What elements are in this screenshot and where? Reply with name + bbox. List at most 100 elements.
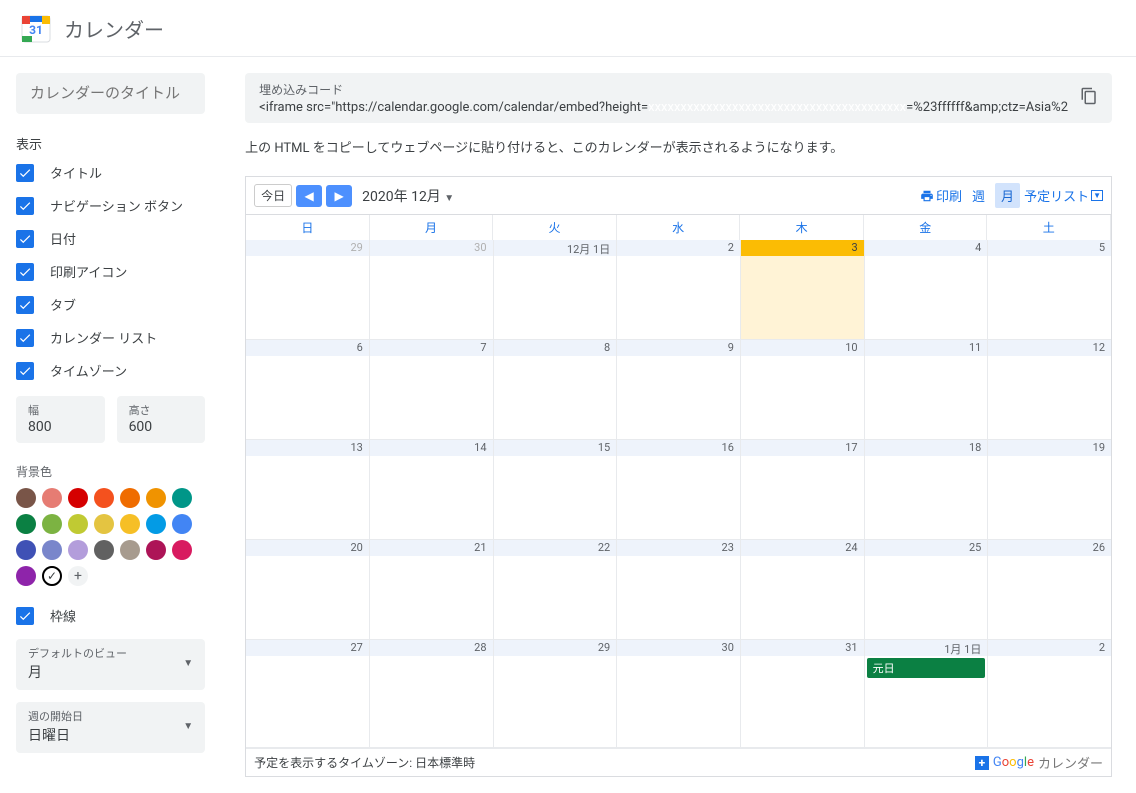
calendar-title-input[interactable] [30,85,191,102]
width-field[interactable]: 幅 800 [16,396,105,443]
color-swatch[interactable] [68,540,88,560]
color-swatch[interactable] [94,488,114,508]
calendar-cell[interactable]: 2 [617,240,741,340]
color-palette: + [16,488,196,586]
display-checkbox-4[interactable]: タブ [16,295,205,314]
calendar-cell[interactable]: 13 [246,440,370,540]
day-header-cell: 日 [246,215,370,240]
checkbox-icon [16,329,34,347]
color-swatch[interactable] [42,514,62,534]
calendar-cell[interactable]: 24 [741,540,865,640]
timezone-text: 予定を表示するタイムゾーン: 日本標準時 [254,754,475,771]
display-checkbox-3[interactable]: 印刷アイコン [16,262,205,281]
color-swatch[interactable] [16,488,36,508]
date-label: 2 [617,240,740,256]
date-label: 26 [988,540,1111,556]
calendar-cell[interactable]: 11 [865,340,989,440]
calendar-cell[interactable]: 30 [370,240,494,340]
calendar-cell[interactable]: 5 [988,240,1111,340]
color-swatch[interactable] [94,540,114,560]
add-color-button[interactable]: + [68,566,88,586]
event-chip[interactable]: 元日 [867,658,986,678]
chevron-down-icon: ▼ [183,721,193,732]
calendar-cell[interactable]: 30 [617,640,741,748]
color-swatch[interactable] [94,514,114,534]
today-button[interactable]: 今日 [254,184,292,207]
embed-code-text[interactable]: <iframe src="https://calendar.google.com… [259,100,1068,115]
color-swatch[interactable] [146,488,166,508]
app-header: 31 カレンダー [0,0,1136,57]
calendar-cell[interactable]: 21 [370,540,494,640]
display-checkbox-5[interactable]: カレンダー リスト [16,328,205,347]
calendar-cell[interactable]: 28 [370,640,494,748]
display-checkbox-6[interactable]: タイムゾーン [16,361,205,380]
tab-week[interactable]: 週 [966,183,991,208]
color-swatch[interactable] [172,540,192,560]
calendar-cell[interactable]: 29 [494,640,618,748]
color-swatch-selected[interactable] [42,566,62,586]
month-picker[interactable]: 2020年 12月 ▼ [362,186,454,206]
calendar-cell[interactable]: 12 [988,340,1111,440]
calendar-cell[interactable]: 10 [741,340,865,440]
calendar-cell[interactable]: 4 [865,240,989,340]
date-label: 12月 1日 [494,240,617,256]
calendar-cell[interactable]: 9 [617,340,741,440]
calendar-cell[interactable]: 6 [246,340,370,440]
calendar-cell[interactable]: 27 [246,640,370,748]
color-swatch[interactable] [16,540,36,560]
color-swatch[interactable] [172,488,192,508]
color-swatch[interactable] [42,488,62,508]
color-swatch[interactable] [120,514,140,534]
calendar-cell[interactable]: 18 [865,440,989,540]
calendar-cell[interactable]: 31 [741,640,865,748]
color-swatch[interactable] [16,514,36,534]
calendar-cell[interactable]: 19 [988,440,1111,540]
chevron-down-icon: ▼ [1091,190,1103,201]
checkbox-icon [16,607,34,625]
calendar-cell[interactable]: 29 [246,240,370,340]
calendar-cell[interactable]: 3 [741,240,865,340]
border-checkbox[interactable]: 枠線 [16,606,205,625]
default-view-dropdown[interactable]: デフォルトのビュー 月 ▼ [16,639,205,690]
calendar-cell[interactable]: 17 [741,440,865,540]
color-swatch[interactable] [172,514,192,534]
prev-button[interactable]: ◀ [296,185,322,207]
next-button[interactable]: ▶ [326,185,352,207]
google-calendar-link[interactable]: + Google カレンダー [975,753,1103,772]
calendar-cell[interactable]: 15 [494,440,618,540]
display-checkbox-0[interactable]: タイトル [16,163,205,182]
color-swatch[interactable] [68,488,88,508]
week-start-dropdown[interactable]: 週の開始日 日曜日 ▼ [16,702,205,753]
display-checkbox-2[interactable]: 日付 [16,229,205,248]
calendar-cell[interactable]: 7 [370,340,494,440]
color-swatch[interactable] [146,540,166,560]
calendar-title-field[interactable] [16,73,205,114]
color-swatch[interactable] [146,514,166,534]
calendar-cell[interactable]: 14 [370,440,494,540]
color-swatch[interactable] [120,488,140,508]
chevron-down-icon: ▼ [444,193,454,204]
color-swatch[interactable] [68,514,88,534]
calendar-cell[interactable]: 26 [988,540,1111,640]
color-swatch[interactable] [120,540,140,560]
calendar-cell[interactable]: 8 [494,340,618,440]
calendar-cell[interactable]: 16 [617,440,741,540]
date-label: 21 [370,540,493,556]
display-checkbox-1[interactable]: ナビゲーション ボタン [16,196,205,215]
date-label: 1月 1日 [865,640,988,656]
copy-icon[interactable] [1080,87,1098,109]
color-swatch[interactable] [42,540,62,560]
calendar-cell[interactable]: 25 [865,540,989,640]
tab-month[interactable]: 月 [995,183,1020,208]
calendar-cell[interactable]: 22 [494,540,618,640]
print-button[interactable]: 印刷 [920,186,962,205]
calendar-cell[interactable]: 23 [617,540,741,640]
calendar-cell[interactable]: 1月 1日元日 [865,640,989,748]
height-field[interactable]: 高さ 600 [117,396,206,443]
calendar-cell[interactable]: 20 [246,540,370,640]
calendar-cell[interactable]: 2 [988,640,1111,748]
color-swatch[interactable] [16,566,36,586]
sidebar: 表示 タイトルナビゲーション ボタン日付印刷アイコンタブカレンダー リストタイム… [0,57,221,793]
calendar-cell[interactable]: 12月 1日 [494,240,618,340]
tab-agenda[interactable]: 予定リスト▼ [1024,186,1103,205]
